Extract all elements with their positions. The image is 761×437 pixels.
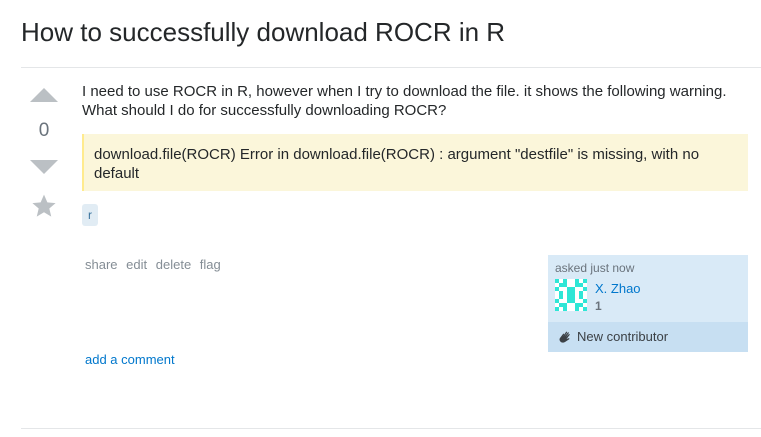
post-menu: share edit delete flag <box>85 257 226 272</box>
user-card: asked just now X. Zhao 1 New contributor <box>548 255 748 352</box>
share-link[interactable]: share <box>85 257 118 272</box>
star-icon[interactable] <box>30 193 58 219</box>
asked-time: asked just now <box>555 261 635 275</box>
bottom-divider <box>21 428 761 429</box>
user-reputation: 1 <box>595 299 602 313</box>
avatar[interactable] <box>555 279 587 311</box>
edit-link[interactable]: edit <box>126 257 147 272</box>
waving-hand-icon <box>559 331 570 343</box>
question-body: I need to use ROCR in R, however when I … <box>82 83 727 119</box>
title-divider <box>21 67 761 68</box>
new-contributor-label: New contributor <box>577 329 669 344</box>
vote-down-arrow-icon[interactable] <box>30 160 58 174</box>
new-contributor-banner[interactable]: New contributor <box>548 322 748 352</box>
flag-link[interactable]: flag <box>200 257 221 272</box>
question-title[interactable]: How to successfully download ROCR in R <box>21 17 505 48</box>
vote-up-arrow-icon[interactable] <box>30 88 58 102</box>
vote-count: 0 <box>38 120 50 141</box>
code-block: download.file(ROCR) Error in download.fi… <box>82 134 748 191</box>
delete-link[interactable]: delete <box>156 257 191 272</box>
add-comment-link[interactable]: add a comment <box>85 352 175 367</box>
tag-r[interactable]: r <box>82 204 98 226</box>
user-name-link[interactable]: X. Zhao <box>595 281 641 296</box>
